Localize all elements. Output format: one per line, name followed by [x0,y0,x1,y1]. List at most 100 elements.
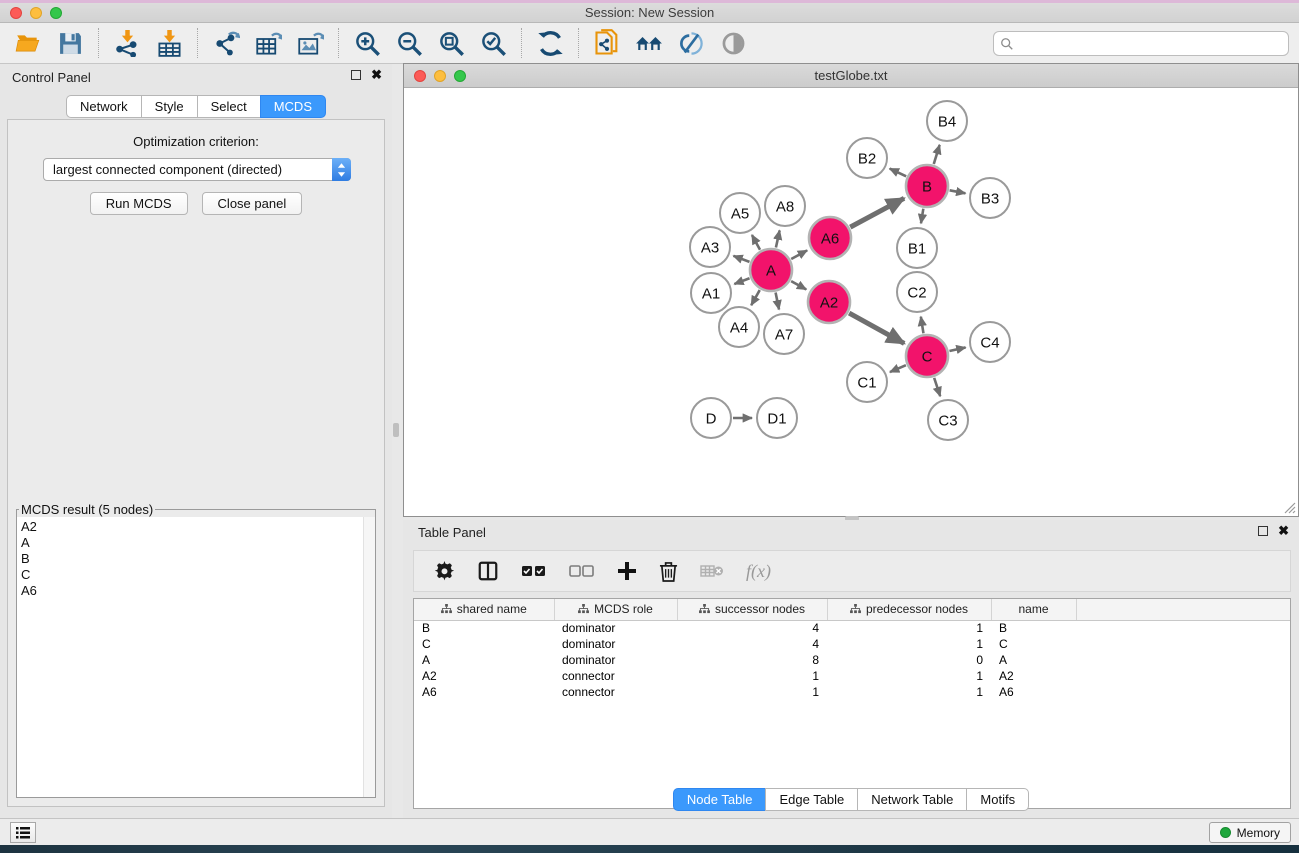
cell[interactable]: A2 [991,668,1076,684]
cell[interactable]: C [414,636,554,652]
zoom-fit-icon[interactable] [437,29,465,57]
column-header-successor-nodes[interactable]: successor nodes [677,599,827,620]
tab-network[interactable]: Network [66,95,141,118]
cell[interactable]: C [991,636,1076,652]
main-titlebar[interactable]: Session: New Session [0,3,1299,23]
cell[interactable]: 1 [827,668,991,684]
cell[interactable]: 0 [827,652,991,668]
open-file-icon[interactable] [14,29,42,57]
cell[interactable]: A [414,652,554,668]
network-node-D[interactable]: D [691,398,731,438]
network-edge-A-A5[interactable] [752,235,760,250]
close-panel-icon[interactable]: ✖ [371,70,382,80]
resize-grip-icon[interactable] [1282,500,1296,514]
add-row-icon[interactable] [617,561,637,581]
cell[interactable]: connector [554,668,677,684]
tab-node-table[interactable]: Node Table [673,788,766,811]
show-panel-eye-icon[interactable] [719,29,747,57]
table-row-C[interactable]: Cdominator41C [414,636,1290,652]
mcds-result-item[interactable]: A [21,535,375,551]
table-row-A6[interactable]: A6connector11A6 [414,684,1290,700]
network-node-C2[interactable]: C2 [897,272,937,312]
import-table-icon[interactable] [155,29,183,57]
cell[interactable]: 1 [827,636,991,652]
import-network-icon[interactable] [113,29,141,57]
network-edge-C-C2[interactable] [921,317,924,334]
network-node-C[interactable]: C [906,335,948,377]
export-network-icon[interactable] [212,29,240,57]
network-node-A[interactable]: A [750,249,792,291]
column-header-predecessor-nodes[interactable]: predecessor nodes [827,599,991,620]
network-edge-B-B1[interactable] [921,209,923,224]
network-edge-B-B2[interactable] [890,169,907,177]
network-edge-A-A1[interactable] [734,278,749,284]
save-session-icon[interactable] [56,29,84,57]
mcds-result-item[interactable]: A6 [21,583,375,599]
cell[interactable]: 1 [827,620,991,636]
export-table-icon[interactable] [254,29,282,57]
search-field[interactable] [993,31,1289,56]
network-edge-A-A2[interactable] [791,281,806,289]
network-edge-A2-C[interactable] [849,313,904,343]
optimization-criterion-dropdown[interactable]: largest connected component (directed) [43,158,351,181]
cell[interactable]: A6 [991,684,1076,700]
network-edge-C-C3[interactable] [934,378,940,396]
tab-edge-table[interactable]: Edge Table [765,788,857,811]
network-node-A1[interactable]: A1 [691,273,731,313]
tab-mcds[interactable]: MCDS [260,95,326,118]
delete-trash-icon[interactable] [659,561,678,582]
mcds-result-item[interactable]: A2 [21,519,375,535]
cell[interactable]: A [991,652,1076,668]
table-row-B[interactable]: Bdominator41B [414,620,1290,636]
network-node-A4[interactable]: A4 [719,307,759,347]
tab-motifs[interactable]: Motifs [966,788,1029,811]
network-edge-A6-B[interactable] [850,198,904,227]
split-handle-vertical[interactable] [393,423,399,437]
tab-style[interactable]: Style [141,95,197,118]
network-node-B[interactable]: B [906,165,948,207]
network-node-D1[interactable]: D1 [757,398,797,438]
mcds-result-list[interactable]: A2ABCA6 [17,517,375,599]
cell[interactable]: 4 [677,636,827,652]
refresh-icon[interactable] [536,29,564,57]
network-edge-A-A7[interactable] [776,293,779,310]
cell[interactable]: 1 [677,684,827,700]
network-node-B2[interactable]: B2 [847,138,887,178]
network-edge-A-A8[interactable] [776,230,780,247]
network-canvas[interactable]: B4B2BB3A8A5A6A3B1AA1C2A2A4A7C4CC1C3DD1 [404,88,1298,516]
memory-status-button[interactable]: Memory [1209,822,1291,843]
mcds-result-scrollbar[interactable] [363,517,375,797]
cell[interactable]: 1 [827,684,991,700]
cell[interactable]: dominator [554,620,677,636]
table-row-A[interactable]: Adominator80A [414,652,1290,668]
network-node-C4[interactable]: C4 [970,322,1010,362]
export-image-icon[interactable] [296,29,324,57]
network-edge-B-B4[interactable] [934,145,940,164]
network-edge-C-C4[interactable] [949,347,965,351]
network-edge-B-B3[interactable] [950,190,966,193]
cell[interactable]: dominator [554,652,677,668]
network-node-A5[interactable]: A5 [720,193,760,233]
close-table-panel-icon[interactable]: ✖ [1278,526,1289,536]
network-node-C1[interactable]: C1 [847,362,887,402]
network-edge-C-C1[interactable] [890,365,906,372]
network-node-B1[interactable]: B1 [897,228,937,268]
close-panel-button[interactable]: Close panel [202,192,303,215]
search-input[interactable] [1014,37,1288,51]
network-node-C3[interactable]: C3 [928,400,968,440]
run-mcds-button[interactable]: Run MCDS [90,192,188,215]
cell[interactable]: 1 [677,668,827,684]
hide-panel-icon[interactable] [677,29,705,57]
home-fit-icon[interactable] [635,29,663,57]
task-history-button[interactable] [10,822,36,843]
cell[interactable]: A6 [414,684,554,700]
network-window-titlebar[interactable]: testGlobe.txt [404,64,1298,88]
column-header-name[interactable]: name [991,599,1076,620]
tab-network-table[interactable]: Network Table [857,788,966,811]
cell[interactable]: 8 [677,652,827,668]
table-row-A2[interactable]: A2connector11A2 [414,668,1290,684]
tab-select[interactable]: Select [197,95,260,118]
cell[interactable]: connector [554,684,677,700]
new-network-from-selection-icon[interactable] [593,29,621,57]
zoom-in-icon[interactable] [353,29,381,57]
